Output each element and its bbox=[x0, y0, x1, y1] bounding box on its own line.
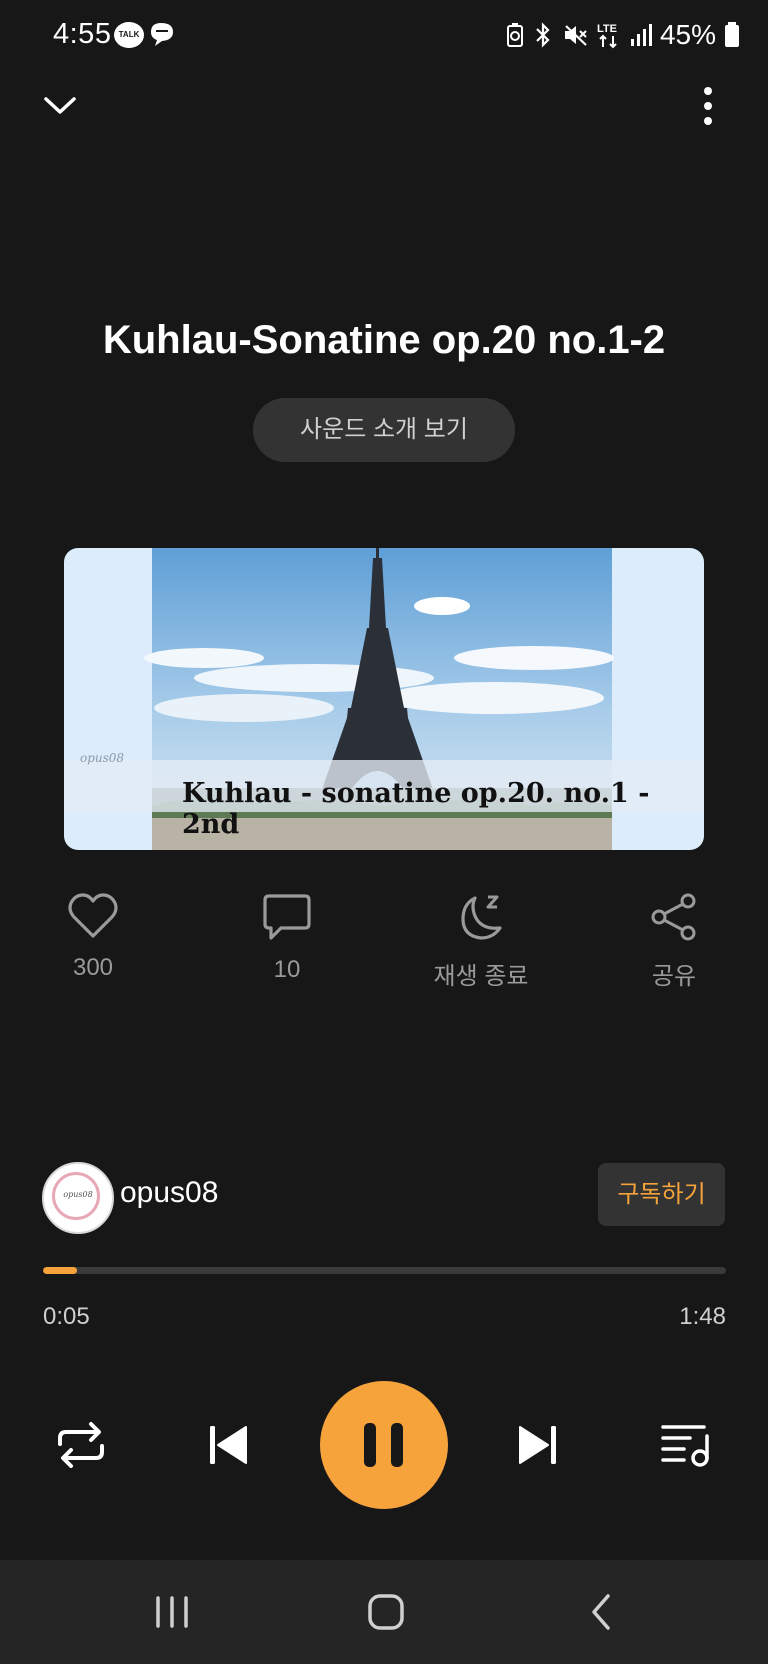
sound-intro-button[interactable]: 사운드 소개 보기 bbox=[253, 398, 515, 462]
total-time: 1:48 bbox=[679, 1303, 726, 1330]
comment-icon bbox=[263, 894, 311, 940]
artwork-watermark: opus08 bbox=[80, 751, 125, 765]
next-track-button[interactable] bbox=[514, 1422, 560, 1473]
svg-text:LTE: LTE bbox=[597, 23, 617, 35]
channel-avatar[interactable]: opus08 bbox=[42, 1162, 114, 1234]
chat-bubble-icon bbox=[147, 20, 177, 53]
home-icon bbox=[368, 1594, 404, 1630]
previous-track-button[interactable] bbox=[206, 1422, 252, 1473]
comment-button[interactable]: 10 bbox=[227, 892, 347, 984]
repeat-icon bbox=[58, 1422, 104, 1468]
system-navigation-bar bbox=[0, 1560, 768, 1664]
collapse-player-button[interactable] bbox=[36, 82, 84, 130]
share-button[interactable]: 공유 bbox=[614, 892, 734, 991]
lte-icon: LTE bbox=[596, 21, 622, 49]
elapsed-time: 0:05 bbox=[43, 1303, 90, 1330]
more-vertical-icon bbox=[704, 87, 712, 125]
kakaotalk-icon: TALK bbox=[114, 22, 144, 48]
playlist-button[interactable] bbox=[660, 1422, 712, 1473]
like-button[interactable]: 300 bbox=[33, 892, 153, 982]
battery-saver-icon bbox=[506, 22, 524, 48]
progress-fill bbox=[43, 1267, 78, 1274]
player-screen: 4:55 TALK LTE 45% Kuhlau-Sonatine op.20 … bbox=[0, 0, 768, 1664]
subscribe-button[interactable]: 구독하기 bbox=[598, 1163, 725, 1226]
pause-button[interactable] bbox=[320, 1381, 448, 1509]
playlist-music-icon bbox=[661, 1425, 709, 1467]
pause-icon bbox=[364, 1423, 403, 1467]
channel-name[interactable]: opus08 bbox=[120, 1176, 218, 1210]
repeat-button[interactable] bbox=[54, 1418, 108, 1477]
signal-icon bbox=[630, 23, 652, 47]
battery-icon bbox=[724, 22, 740, 48]
moon-sleep-icon bbox=[461, 895, 502, 940]
status-icons: LTE 45% bbox=[506, 17, 740, 53]
progress-bar[interactable] bbox=[43, 1267, 726, 1274]
sleep-timer-button[interactable]: 재생 종료 bbox=[421, 892, 541, 991]
comment-count: 10 bbox=[273, 956, 301, 983]
track-title: Kuhlau-Sonatine op.20 no.1-2 bbox=[102, 318, 666, 362]
recent-apps-button[interactable] bbox=[142, 1588, 202, 1636]
share-icon bbox=[651, 893, 696, 941]
skip-previous-icon bbox=[210, 1426, 247, 1464]
avatar-text: opus08 bbox=[63, 1190, 93, 1199]
bluetooth-icon bbox=[532, 22, 554, 48]
more-options-button[interactable] bbox=[684, 80, 732, 132]
heart-icon bbox=[68, 893, 118, 938]
skip-next-icon bbox=[519, 1426, 556, 1464]
status-bar: 4:55 TALK LTE 45% bbox=[0, 0, 768, 70]
battery-percent: 45% bbox=[659, 19, 716, 50]
chevron-down-icon bbox=[44, 97, 76, 114]
status-time: 4:55 bbox=[53, 18, 112, 50]
mute-icon bbox=[562, 22, 588, 48]
like-count: 300 bbox=[72, 954, 114, 981]
sleep-timer-label: 재생 종료 bbox=[433, 963, 529, 990]
recent-apps-icon bbox=[156, 1596, 188, 1628]
share-label: 공유 bbox=[651, 963, 697, 990]
back-button[interactable] bbox=[572, 1588, 632, 1636]
back-chevron-icon bbox=[592, 1594, 610, 1630]
home-button[interactable] bbox=[356, 1588, 416, 1636]
album-artwork: opus08 Kuhlau - sonatine op.20. no.1 - 2… bbox=[64, 548, 704, 850]
artwork-caption: Kuhlau - sonatine op.20. no.1 - 2nd bbox=[182, 778, 650, 840]
